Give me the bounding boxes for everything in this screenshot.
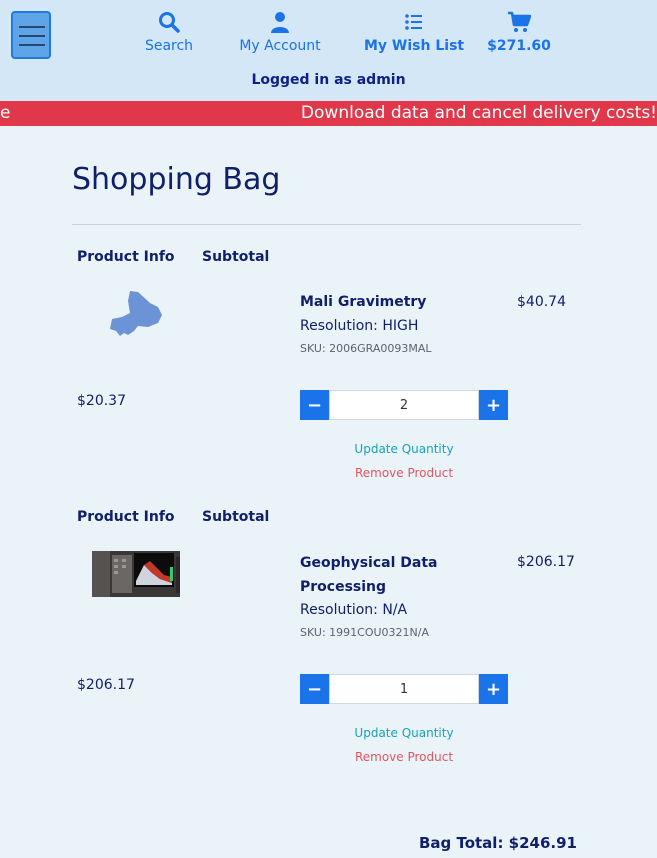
bag-total: Bag Total: $246.91 — [418, 834, 577, 852]
plus-icon: + — [485, 678, 502, 700]
minus-icon: − — [306, 394, 323, 416]
product-name[interactable]: Geophysical Data Processing — [300, 551, 450, 599]
nav-wishlist-label: My Wish List — [364, 38, 465, 54]
nav-account-label: My Account — [239, 38, 321, 54]
line-total: $40.74 — [517, 294, 566, 310]
banner-fragment: e — [0, 103, 11, 123]
product-name[interactable]: Mali Gravimetry — [300, 290, 450, 314]
logged-in-status: Logged in as admin — [251, 72, 406, 88]
divider — [72, 224, 581, 225]
increase-quantity-button[interactable]: + — [479, 390, 508, 420]
unit-price: $20.37 — [77, 393, 126, 409]
update-quantity-link[interactable]: Update Quantity — [300, 726, 508, 740]
product-sku: SKU: 1991COU0321N/A — [300, 626, 429, 639]
column-header-subtotal: Subtotal — [202, 249, 270, 265]
quantity-input[interactable]: 2 — [329, 390, 479, 420]
remove-product-link[interactable]: Remove Product — [300, 750, 508, 764]
decrease-quantity-button[interactable]: − — [300, 390, 329, 420]
cart-total: $271.60 — [487, 38, 551, 54]
product-thumbnail-geophysical[interactable] — [92, 551, 180, 597]
promo-banner: e Download data and cancel delivery cost… — [0, 101, 657, 126]
user-icon — [271, 12, 289, 33]
product-thumbnail-mali[interactable] — [108, 289, 164, 339]
quantity-input[interactable]: 1 — [329, 674, 479, 704]
unit-price: $206.17 — [77, 677, 135, 693]
increase-quantity-button[interactable]: + — [479, 674, 508, 704]
top-header: Search My Account My Wish List $271.60 L… — [0, 0, 657, 101]
update-quantity-link[interactable]: Update Quantity — [300, 442, 508, 456]
column-header-product: Product Info — [77, 249, 175, 265]
decrease-quantity-button[interactable]: − — [300, 674, 329, 704]
line-total: $206.17 — [517, 554, 575, 570]
nav-cart[interactable]: $271.60 — [486, 10, 552, 54]
search-icon — [159, 12, 180, 33]
banner-message: Download data and cancel delivery costs! — [300, 103, 657, 123]
column-header-subtotal: Subtotal — [202, 509, 270, 525]
plus-icon: + — [485, 394, 502, 416]
nav-wishlist[interactable]: My Wish List — [364, 10, 464, 54]
hamburger-menu-icon[interactable] — [11, 11, 51, 59]
quantity-stepper: − 2 + — [300, 390, 508, 420]
nav-account[interactable]: My Account — [236, 10, 324, 54]
page-title: Shopping Bag — [72, 162, 281, 197]
list-icon — [405, 14, 422, 30]
quantity-stepper: − 1 + — [300, 674, 508, 704]
product-resolution: Resolution: HIGH — [300, 318, 419, 334]
minus-icon: − — [306, 678, 323, 700]
nav-search-label: Search — [144, 38, 194, 54]
product-resolution: Resolution: N/A — [300, 602, 408, 618]
remove-product-link[interactable]: Remove Product — [300, 466, 508, 480]
product-sku: SKU: 2006GRA0093MAL — [300, 342, 432, 355]
column-header-product: Product Info — [77, 509, 175, 525]
cart-icon — [508, 11, 531, 32]
nav-search[interactable]: Search — [143, 10, 195, 54]
